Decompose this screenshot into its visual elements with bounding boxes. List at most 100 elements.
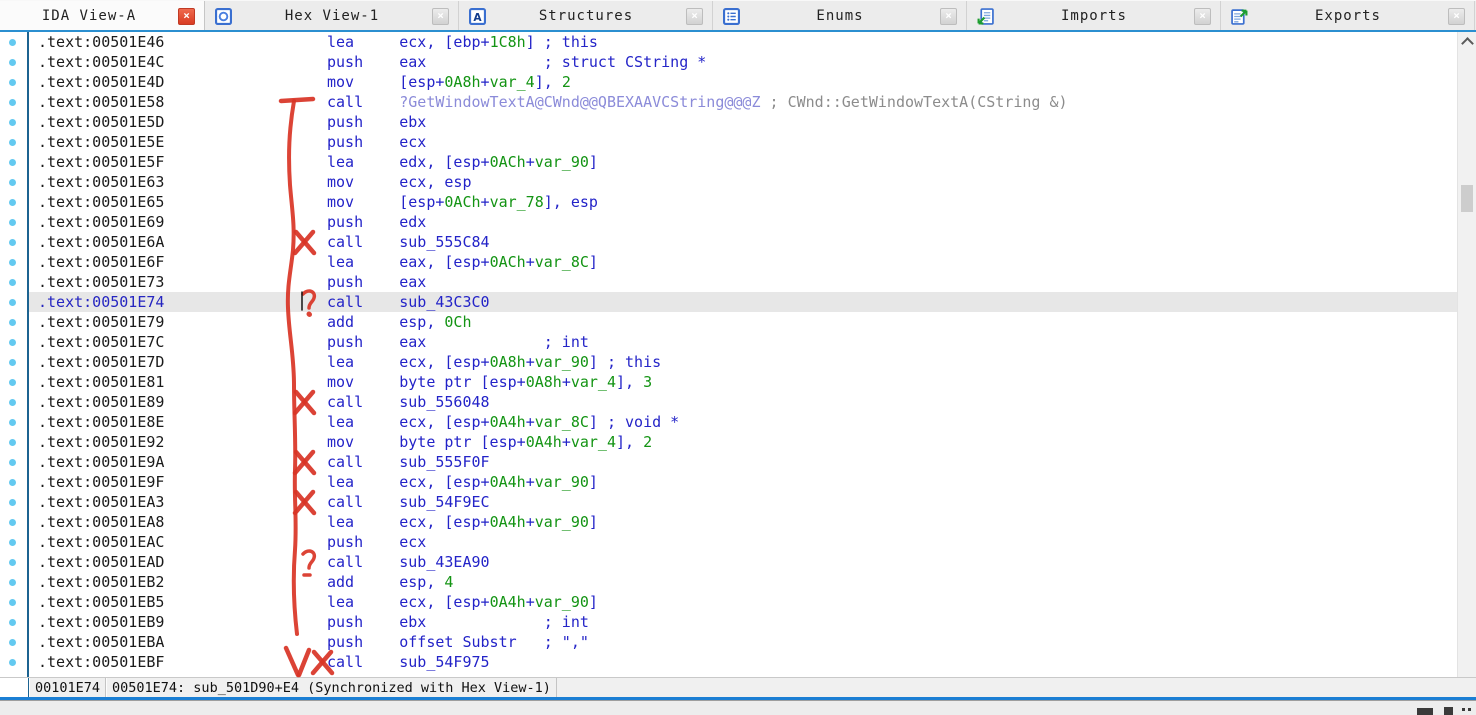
asm-line[interactable]: .text:00501E8E lea ecx, [esp+0A4h+var_8C… [29,412,1458,432]
asm-comment: ; CWnd::GetWindowTextA(CString &) [760,93,1067,111]
tab-hex-view-1[interactable]: Hex View-1× [205,1,459,31]
asm-mnemonic: call [164,653,399,671]
asm-operand: 2 [643,433,652,451]
asm-line[interactable]: .text:00501E81 mov byte ptr [esp+0A8h+va… [29,372,1458,392]
tab-close-button[interactable]: × [940,8,957,25]
asm-line[interactable]: .text:00501EA3 call sub_54F9EC [29,492,1458,512]
asm-operand: sub_54F975 [399,653,489,671]
disassembly-listing[interactable]: .text:00501E46 lea ecx, [ebp+1C8h] ; thi… [29,32,1458,677]
asm-line[interactable]: .text:00501E5F lea edx, [esp+0ACh+var_90… [29,152,1458,172]
asm-operand: + [526,153,535,171]
asm-comment: ; int [426,333,589,351]
asm-operand: 4 [444,573,453,591]
asm-line[interactable]: .text:00501E7C push eax ; int [29,332,1458,352]
executable-line-dot [9,499,16,506]
asm-line[interactable]: .text:00501E5D push ebx [29,112,1458,132]
asm-mnemonic: lea [164,513,399,531]
asm-mnemonic: push [164,133,399,151]
asm-line[interactable]: .text:00501E6A call sub_555C84 [29,232,1458,252]
tab-close-button[interactable]: × [432,8,449,25]
asm-address: .text:00501E5E [38,133,164,151]
asm-operand: [esp+ [399,73,444,91]
asm-line[interactable]: .text:00501EAC push ecx [29,532,1458,552]
asm-mnemonic: push [164,113,399,131]
asm-line[interactable]: .text:00501E5E push ecx [29,132,1458,152]
asm-comment: ; this [598,353,661,371]
executable-line-dot [9,479,16,486]
executable-line-dot [9,639,16,646]
tab-label: Enums [740,8,940,24]
tab-ida-view-a[interactable]: IDA View-A× [0,1,205,31]
asm-line[interactable]: .text:00501E9F lea ecx, [esp+0A4h+var_90… [29,472,1458,492]
taskbar-icon[interactable] [1417,708,1433,715]
asm-operand: eax, [esp+ [399,253,489,271]
asm-line[interactable]: .text:00501EB5 lea ecx, [esp+0A4h+var_90… [29,592,1458,612]
asm-address: .text:00501E9F [38,473,164,491]
tab-close-button[interactable]: × [686,8,703,25]
asm-line[interactable]: .text:00501E63 mov ecx, esp [29,172,1458,192]
asm-operand: sub_555F0F [399,453,489,471]
asm-line[interactable]: .text:00501E9A call sub_555F0F [29,452,1458,472]
tab-structures[interactable]: AStructures× [459,1,713,31]
asm-line[interactable]: .text:00501E79 add esp, 0Ch [29,312,1458,332]
asm-address: .text:00501EAD [38,553,164,571]
asm-line[interactable]: .text:00501E46 lea ecx, [ebp+1C8h] ; thi… [29,32,1458,52]
asm-operand: var_4 [571,373,616,391]
asm-line[interactable]: .text:00501E92 mov byte ptr [esp+0A4h+va… [29,432,1458,452]
asm-address: .text:00501E6F [38,253,164,271]
executable-line-dot [9,99,16,106]
executable-line-dot [9,439,16,446]
asm-line[interactable]: .text:00501E89 call sub_556048 [29,392,1458,412]
asm-line[interactable]: .text:00501EBA push offset Substr ; "," [29,632,1458,652]
tab-close-button[interactable]: × [1194,8,1211,25]
tab-imports[interactable]: Imports× [967,1,1221,31]
asm-line[interactable]: .text:00501E69 push edx [29,212,1458,232]
asm-operand: ] [589,473,598,491]
vertical-scrollbar[interactable] [1457,32,1476,697]
tab-enums[interactable]: Enums× [713,1,967,31]
scrollbar-thumb[interactable] [1461,185,1473,212]
asm-import-name: ?GetWindowTextA@CWnd@@QBEXAAVCString@@@Z [399,93,760,111]
asm-operand: + [526,413,535,431]
asm-line[interactable]: .text:00501E58 call ?GetWindowTextA@CWnd… [29,92,1458,112]
asm-operand: 1C8h [490,33,526,51]
asm-mnemonic: mov [164,173,399,191]
asm-comment: ; void * [598,413,679,431]
asm-mnemonic: call [164,453,399,471]
asm-line[interactable]: .text:00501E73 push eax [29,272,1458,292]
asm-line[interactable]: .text:00501E74 call sub_43C3C0 [29,292,1458,312]
asm-line[interactable]: .text:00501EAD call sub_43EA90 [29,552,1458,572]
asm-line[interactable]: .text:00501EB9 push ebx ; int [29,612,1458,632]
asm-line[interactable]: .text:00501E7D lea ecx, [esp+0A8h+var_90… [29,352,1458,372]
executable-line-dot [9,619,16,626]
executable-line-dot [9,199,16,206]
asm-line[interactable]: .text:00501EB2 add esp, 4 [29,572,1458,592]
asm-operand: eax [399,53,426,71]
executable-line-dot [9,159,16,166]
tab-close-button[interactable]: × [178,8,195,25]
scrollbar-up-button[interactable] [1458,32,1476,49]
asm-operand: + [526,253,535,271]
executable-line-dot [9,559,16,566]
taskbar-icon[interactable] [1468,708,1471,711]
asm-operand: var_4 [490,73,535,91]
asm-address: .text:00501EB2 [38,573,164,591]
asm-line[interactable]: .text:00501E65 mov [esp+0ACh+var_78], es… [29,192,1458,212]
taskbar-icon[interactable] [1462,708,1465,711]
asm-line[interactable]: .text:00501EA8 lea ecx, [esp+0A4h+var_90… [29,512,1458,532]
asm-line[interactable]: .text:00501EBF call sub_54F975 [29,652,1458,672]
executable-line-dot [9,379,16,386]
asm-mnemonic: call [164,233,399,251]
asm-mnemonic: lea [164,253,399,271]
tab-close-button[interactable]: × [1448,8,1465,25]
asm-line[interactable]: .text:00501E6F lea eax, [esp+0ACh+var_8C… [29,252,1458,272]
asm-operand: ecx, [esp+ [399,513,489,531]
asm-operand: edx, [esp+ [399,153,489,171]
asm-line[interactable]: .text:00501E4D mov [esp+0A8h+var_4], 2 [29,72,1458,92]
tab-exports[interactable]: Exports× [1221,1,1475,31]
asm-operand: ebx [399,113,426,131]
asm-mnemonic: push [164,633,399,651]
asm-line[interactable]: .text:00501E4C push eax ; struct CString… [29,52,1458,72]
asm-operand: 0A4h [490,593,526,611]
taskbar-icon[interactable] [1444,707,1453,715]
